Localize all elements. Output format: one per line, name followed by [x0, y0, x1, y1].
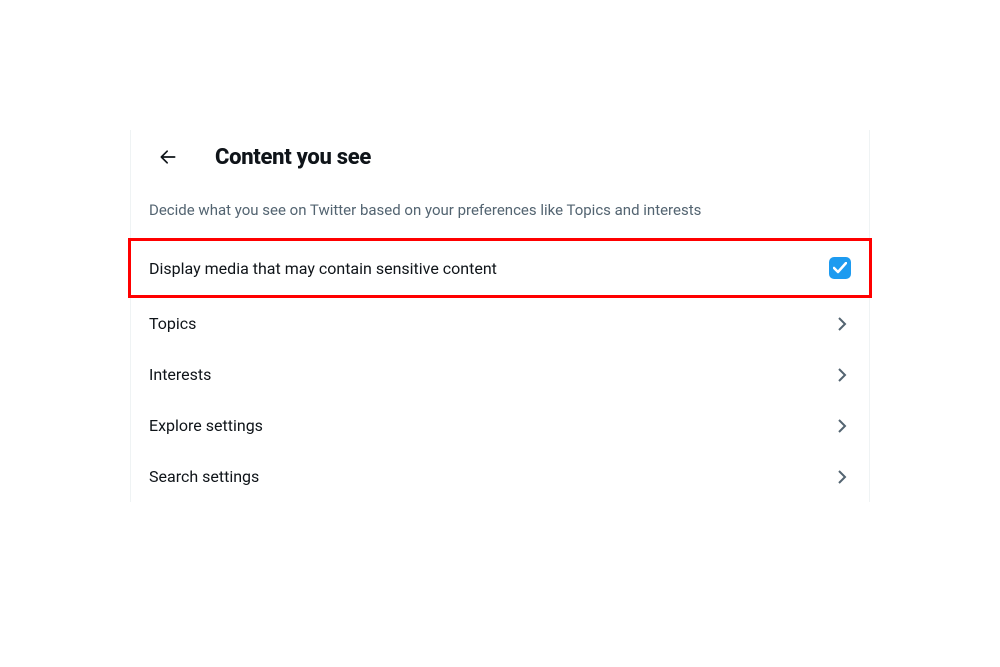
- settings-panel: Content you see Decide what you see on T…: [130, 130, 870, 502]
- page-title: Content you see: [215, 145, 371, 170]
- chevron-right-icon: [833, 315, 851, 333]
- back-button[interactable]: [151, 140, 185, 174]
- topics-row[interactable]: Topics: [131, 298, 869, 349]
- header: Content you see: [131, 130, 869, 188]
- search-settings-row[interactable]: Search settings: [131, 451, 869, 502]
- chevron-right-icon: [833, 417, 851, 435]
- explore-settings-row[interactable]: Explore settings: [131, 400, 869, 451]
- sensitive-content-checkbox[interactable]: [829, 257, 851, 279]
- back-arrow-icon: [158, 147, 178, 167]
- page-description: Decide what you see on Twitter based on …: [131, 188, 869, 238]
- explore-settings-label: Explore settings: [149, 416, 263, 435]
- topics-label: Topics: [149, 314, 196, 333]
- interests-row[interactable]: Interests: [131, 349, 869, 400]
- search-settings-label: Search settings: [149, 467, 259, 486]
- chevron-right-icon: [833, 468, 851, 486]
- chevron-right-icon: [833, 366, 851, 384]
- checkmark-icon: [833, 262, 847, 274]
- sensitive-content-label: Display media that may contain sensitive…: [149, 259, 497, 278]
- sensitive-content-row[interactable]: Display media that may contain sensitive…: [128, 238, 872, 298]
- interests-label: Interests: [149, 365, 211, 384]
